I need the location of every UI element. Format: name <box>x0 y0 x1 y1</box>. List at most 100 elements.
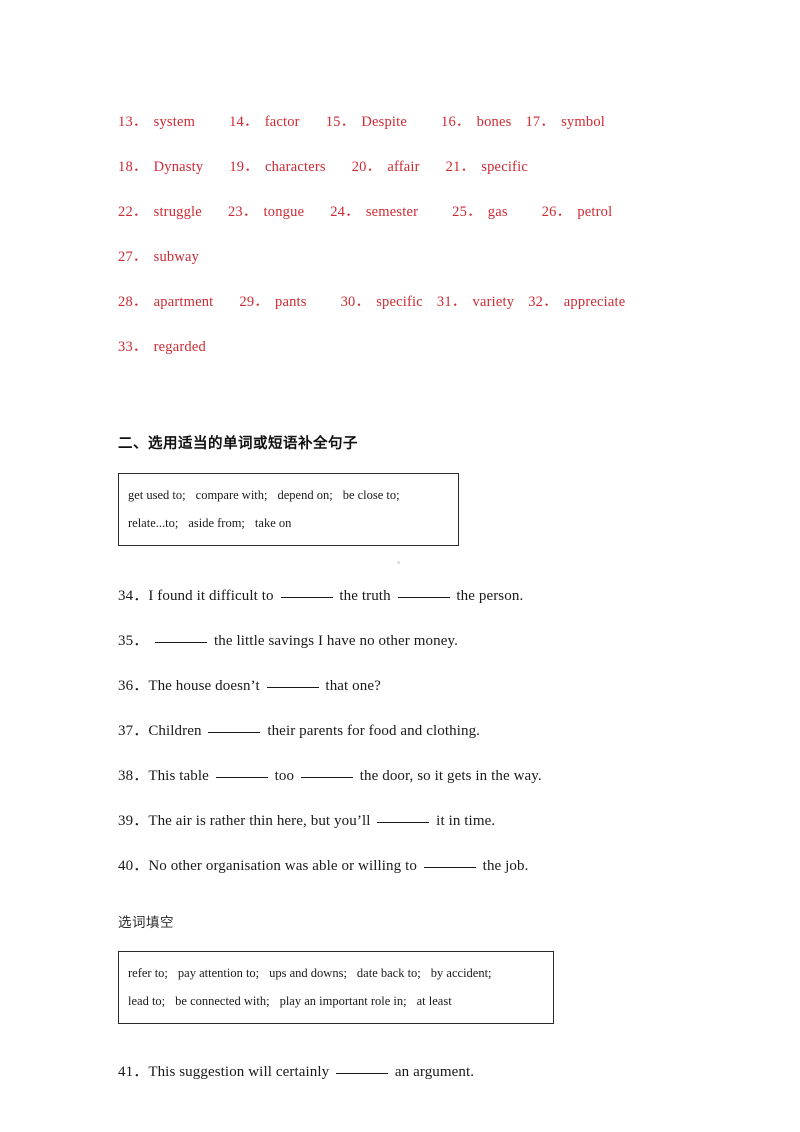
question-text: the person. <box>452 588 524 604</box>
question-item: 35． the little savings I have no other m… <box>118 619 678 664</box>
answer-blank[interactable] <box>336 1061 389 1074</box>
answer-blank[interactable] <box>280 585 333 598</box>
answer-key-line: 18． Dynasty 19． characters 20． affair 21． speci… <box>118 145 678 190</box>
answer-blank[interactable] <box>397 585 450 598</box>
answer-number: 27． <box>118 249 148 265</box>
answer-number: 23． <box>227 204 258 220</box>
answer-key-line: 22． struggle 23． tongue 24． semester 25． gas 26．… <box>118 190 678 235</box>
answer-word: system <box>153 114 196 130</box>
answer-number: 31． <box>436 294 467 310</box>
answer-number: 26． <box>541 204 572 220</box>
answer-item: 18． Dynasty <box>118 145 203 190</box>
word-bank-row: refer to; pay attention to; ups and downs;… <box>128 959 544 987</box>
answer-word: specific <box>481 159 528 175</box>
answer-item: 24． semester <box>330 190 418 235</box>
answer-key-line: 28． apartment 29． pants 30． specific 31． variet… <box>118 280 678 325</box>
answer-number: 32． <box>528 294 558 310</box>
answer-item: 33． regarded <box>118 325 206 370</box>
word-bank-term: by accident; <box>430 966 492 980</box>
answer-number: 14． <box>229 114 259 130</box>
answer-word: struggle <box>153 204 202 220</box>
answer-item: 23． tongue <box>228 190 304 235</box>
answer-number: 15． <box>325 114 356 130</box>
answer-blank[interactable] <box>208 720 261 733</box>
answer-key-line: 33． regarded <box>118 325 678 370</box>
answer-item: 26． petrol <box>542 190 613 235</box>
answer-word: regarded <box>153 339 206 355</box>
word-bank-term: play an important role in; <box>279 994 407 1008</box>
word-bank-term: pay attention to; <box>177 966 260 980</box>
question-text: This table <box>148 768 213 784</box>
document-page: 13． system 14． factor 15． Despite 16． bones 17． s… <box>0 0 800 1132</box>
answer-blank[interactable] <box>215 765 268 778</box>
answer-word: Despite <box>361 114 408 130</box>
word-bank-row: get used to; compare with; depend on; be cl… <box>128 481 449 509</box>
answer-key-line: 13． system 14． factor 15． Despite 16． bones 17． s… <box>118 100 678 145</box>
word-bank-box-1: get used to; compare with; depend on; be cl… <box>118 473 459 546</box>
question-text: too <box>270 768 298 784</box>
question-text: that one? <box>321 678 381 694</box>
answer-item: 13． system <box>118 100 195 145</box>
question-number: 40． <box>118 858 149 874</box>
section-two-heading: 二、选用适当的单词或短语补全句子 <box>118 436 358 452</box>
answer-blank[interactable] <box>423 855 476 868</box>
answer-number: 28． <box>118 294 148 310</box>
answer-word: subway <box>153 249 200 265</box>
answer-word: affair <box>387 159 420 175</box>
answer-item: 29． pants <box>239 280 306 325</box>
question-text <box>148 633 152 649</box>
word-bank-term: at least <box>416 994 452 1008</box>
question-text: the truth <box>335 588 395 604</box>
answer-word: Dynasty <box>153 159 204 175</box>
word-bank-row: lead to; be connected with; play an import… <box>128 987 544 1015</box>
answer-number: 29． <box>239 294 269 310</box>
question-list-section-two: 34．I found it difficult to the truth the… <box>118 574 678 889</box>
question-list-section-three: 41．This suggestion will certainly an arg… <box>118 1050 678 1095</box>
answer-item: 27． subway <box>118 235 199 280</box>
word-bank-term: relate...to; <box>128 516 179 530</box>
answer-number: 13． <box>118 114 148 130</box>
question-text: the door, so it gets in the way. <box>355 768 542 784</box>
answer-blank[interactable] <box>377 810 430 823</box>
question-item: 37．Children their parents for food and c… <box>118 709 678 754</box>
answer-item: 17． symbol <box>525 100 605 145</box>
answer-item: 14． factor <box>229 100 300 145</box>
answer-item: 16． bones <box>441 100 511 145</box>
answer-word: gas <box>487 204 508 220</box>
answer-word: characters <box>264 159 326 175</box>
question-text: Children <box>148 723 206 739</box>
word-bank-term: be connected with; <box>175 994 270 1008</box>
answer-blank[interactable] <box>266 675 319 688</box>
answer-number: 33． <box>118 339 148 355</box>
answer-word: semester <box>365 204 419 220</box>
question-number: 35． <box>118 633 149 649</box>
answer-number: 21． <box>445 159 476 175</box>
answer-blank[interactable] <box>155 630 208 643</box>
question-number: 41． <box>118 1064 149 1080</box>
word-bank-box-2: refer to; pay attention to; ups and downs;… <box>118 951 554 1024</box>
answer-word: symbol <box>561 114 605 130</box>
word-bank-term: lead to; <box>128 994 166 1008</box>
answer-number: 22． <box>118 204 148 220</box>
answer-item: 19． characters <box>229 145 325 190</box>
answer-item: 28． apartment <box>118 280 213 325</box>
question-item: 36．The house doesn’t that one? <box>118 664 678 709</box>
question-item: 39．The air is rather thin here, but you’… <box>118 799 678 844</box>
answer-key-line: 27． subway <box>118 235 678 280</box>
question-text: The house doesn’t <box>148 678 264 694</box>
question-text: an argument. <box>391 1064 475 1080</box>
question-item: 34．I found it difficult to the truth the… <box>118 574 678 619</box>
answer-number: 25． <box>452 204 482 220</box>
answer-word: factor <box>264 114 300 130</box>
answer-number: 17． <box>525 114 556 130</box>
question-text: No other organisation was able or willin… <box>148 858 421 874</box>
answer-number: 24． <box>330 204 360 220</box>
answer-item: 32． appreciate <box>528 280 625 325</box>
answer-number: 18． <box>118 159 148 175</box>
question-text: the little savings I have no other money… <box>210 633 458 649</box>
page-content: 13． system 14． factor 15． Despite 16． bones 17． s… <box>118 100 678 1095</box>
question-item: 40．No other organisation was able or wil… <box>118 844 678 889</box>
answer-word: specific <box>376 294 423 310</box>
answer-word: appreciate <box>563 294 626 310</box>
answer-blank[interactable] <box>300 765 353 778</box>
